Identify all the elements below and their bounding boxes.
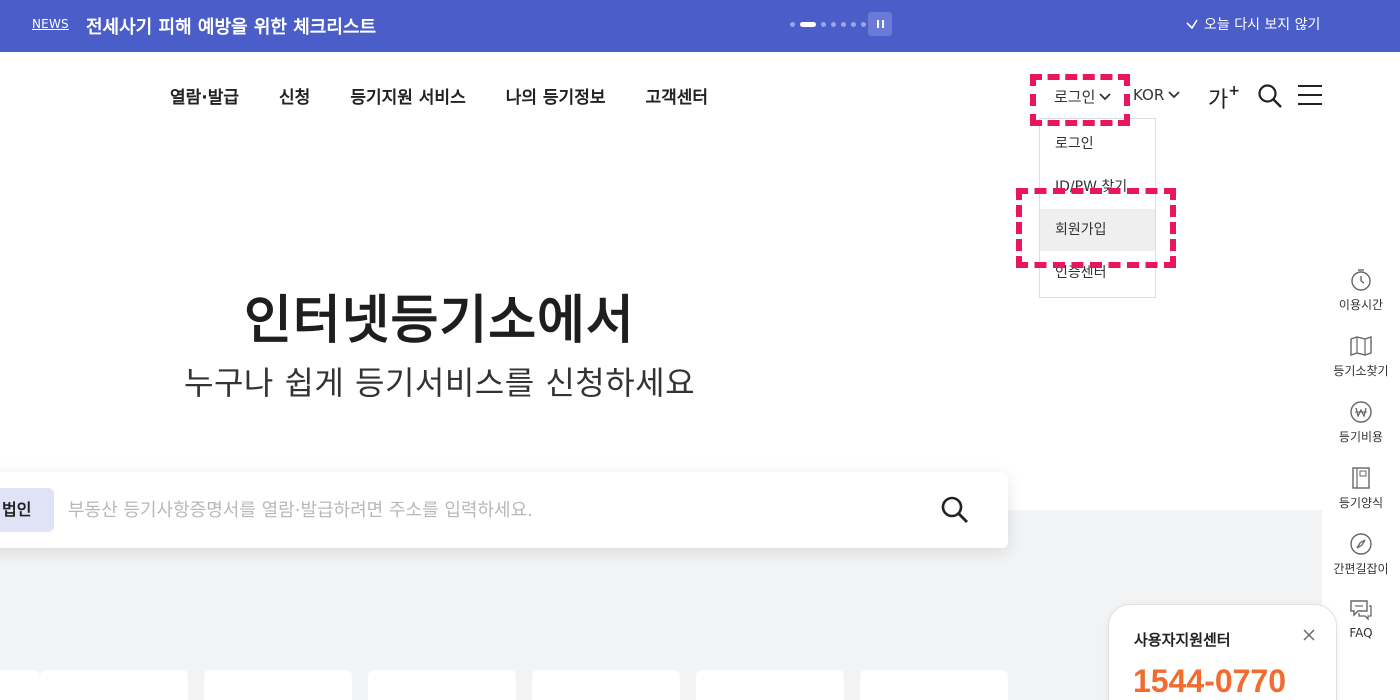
- menu-item-login[interactable]: 로그인: [1040, 123, 1155, 165]
- faq-chat-icon: [1350, 600, 1372, 621]
- close-icon[interactable]: [1303, 629, 1315, 641]
- address-search-input[interactable]: [68, 494, 888, 526]
- service-card[interactable]: [0, 670, 40, 700]
- news-dot[interactable]: [831, 22, 836, 27]
- support-center-popup: 사용자지원센터 1544-0770: [1108, 604, 1337, 700]
- search-icon[interactable]: [1257, 83, 1283, 109]
- category-chip-corporation[interactable]: 법인: [0, 488, 54, 532]
- service-card[interactable]: [368, 670, 516, 700]
- no-show-label: 오늘 다시 보지 않기: [1204, 17, 1321, 33]
- quick-item-label: 간편길잡이: [1333, 562, 1389, 576]
- service-card[interactable]: [204, 670, 352, 700]
- clock-icon: [1351, 269, 1371, 291]
- menu-item-cert-center[interactable]: 인증센터: [1040, 252, 1155, 294]
- news-dot[interactable]: [821, 22, 826, 27]
- font-size-plus: +: [1228, 82, 1240, 99]
- menu-item-find-id-pw[interactable]: ID/PW 찾기: [1040, 166, 1155, 208]
- hamburger-menu-icon[interactable]: [1297, 84, 1323, 106]
- chevron-down-icon: [1099, 92, 1112, 100]
- quick-item-label: FAQ: [1349, 626, 1373, 640]
- page: NEWS 전세사기 피해 예방을 위한 체크리스트 오늘 다시 보지 않기 열람…: [0, 0, 1400, 700]
- pause-icon: [876, 20, 879, 28]
- address-search-box: 법인: [0, 472, 1008, 548]
- service-card[interactable]: [532, 670, 680, 700]
- service-card[interactable]: [696, 670, 844, 700]
- news-pause-button[interactable]: [868, 12, 892, 36]
- quick-item-guide[interactable]: 간편길잡이: [1322, 532, 1400, 577]
- quick-item-label: 등기양식: [1338, 496, 1384, 510]
- nav-item-view-issue[interactable]: 열람·발급: [170, 83, 239, 108]
- hero-subtitle: 누구나 쉽게 등기서비스를 신청하세요: [184, 364, 696, 402]
- news-bar: NEWS 전세사기 피해 예방을 위한 체크리스트 오늘 다시 보지 않기: [0, 0, 1400, 52]
- quick-item-find-office[interactable]: 등기소찾기: [1322, 334, 1400, 379]
- language-label: KOR: [1133, 86, 1165, 104]
- support-title: 사용자지원센터: [1134, 631, 1231, 649]
- news-dot[interactable]: [861, 22, 866, 27]
- language-select[interactable]: KOR: [1133, 86, 1180, 104]
- nav-item-customer-center[interactable]: 고객센터: [645, 83, 708, 108]
- login-dropdown: 로그인 ID/PW 찾기 회원가입 인증센터: [1039, 118, 1156, 298]
- nav-item-my-registry[interactable]: 나의 등기정보: [506, 83, 606, 108]
- menu-item-signup[interactable]: 회원가입: [1040, 209, 1155, 251]
- won-coin-icon: [1350, 401, 1372, 423]
- quick-item-label: 이용시간: [1338, 298, 1384, 312]
- support-phone-number[interactable]: 1544-0770: [1133, 663, 1286, 700]
- news-dot[interactable]: [841, 22, 846, 27]
- map-icon: [1350, 336, 1372, 356]
- news-headline[interactable]: 전세사기 피해 예방을 위한 체크리스트: [86, 13, 376, 39]
- font-size-label: 가: [1208, 88, 1229, 113]
- compass-icon: [1350, 533, 1372, 555]
- news-dot[interactable]: [790, 22, 795, 27]
- font-size-button[interactable]: 가+: [1208, 82, 1240, 114]
- news-pagination: [790, 22, 866, 27]
- login-toggle[interactable]: 로그인: [1054, 86, 1112, 107]
- form-book-icon: [1352, 467, 1370, 489]
- news-tag[interactable]: NEWS: [32, 17, 69, 31]
- quick-item-hours[interactable]: 이용시간: [1322, 268, 1400, 313]
- search-submit-icon[interactable]: [940, 495, 970, 525]
- service-card[interactable]: [40, 670, 188, 700]
- hero-title: 인터넷등기소에서: [244, 291, 635, 351]
- news-dot-active[interactable]: [800, 22, 816, 27]
- quick-item-label: 등기소찾기: [1333, 364, 1389, 378]
- pause-icon: [881, 20, 884, 28]
- service-card[interactable]: [860, 670, 1008, 700]
- login-toggle-label: 로그인: [1054, 88, 1096, 106]
- quick-item-forms[interactable]: 등기양식: [1322, 466, 1400, 511]
- quick-item-label: 등기비용: [1338, 430, 1384, 444]
- main-nav: 열람·발급 신청 등기지원 서비스 나의 등기정보 고객센터: [170, 83, 708, 108]
- nav-item-apply[interactable]: 신청: [279, 83, 310, 108]
- no-show-today-button[interactable]: 오늘 다시 보지 않기: [1186, 14, 1320, 34]
- nav-item-support-service[interactable]: 등기지원 서비스: [350, 83, 465, 108]
- chevron-down-icon: [1168, 91, 1180, 99]
- news-dot[interactable]: [851, 22, 856, 27]
- check-icon: [1186, 19, 1198, 29]
- quick-item-cost[interactable]: 등기비용: [1322, 400, 1400, 445]
